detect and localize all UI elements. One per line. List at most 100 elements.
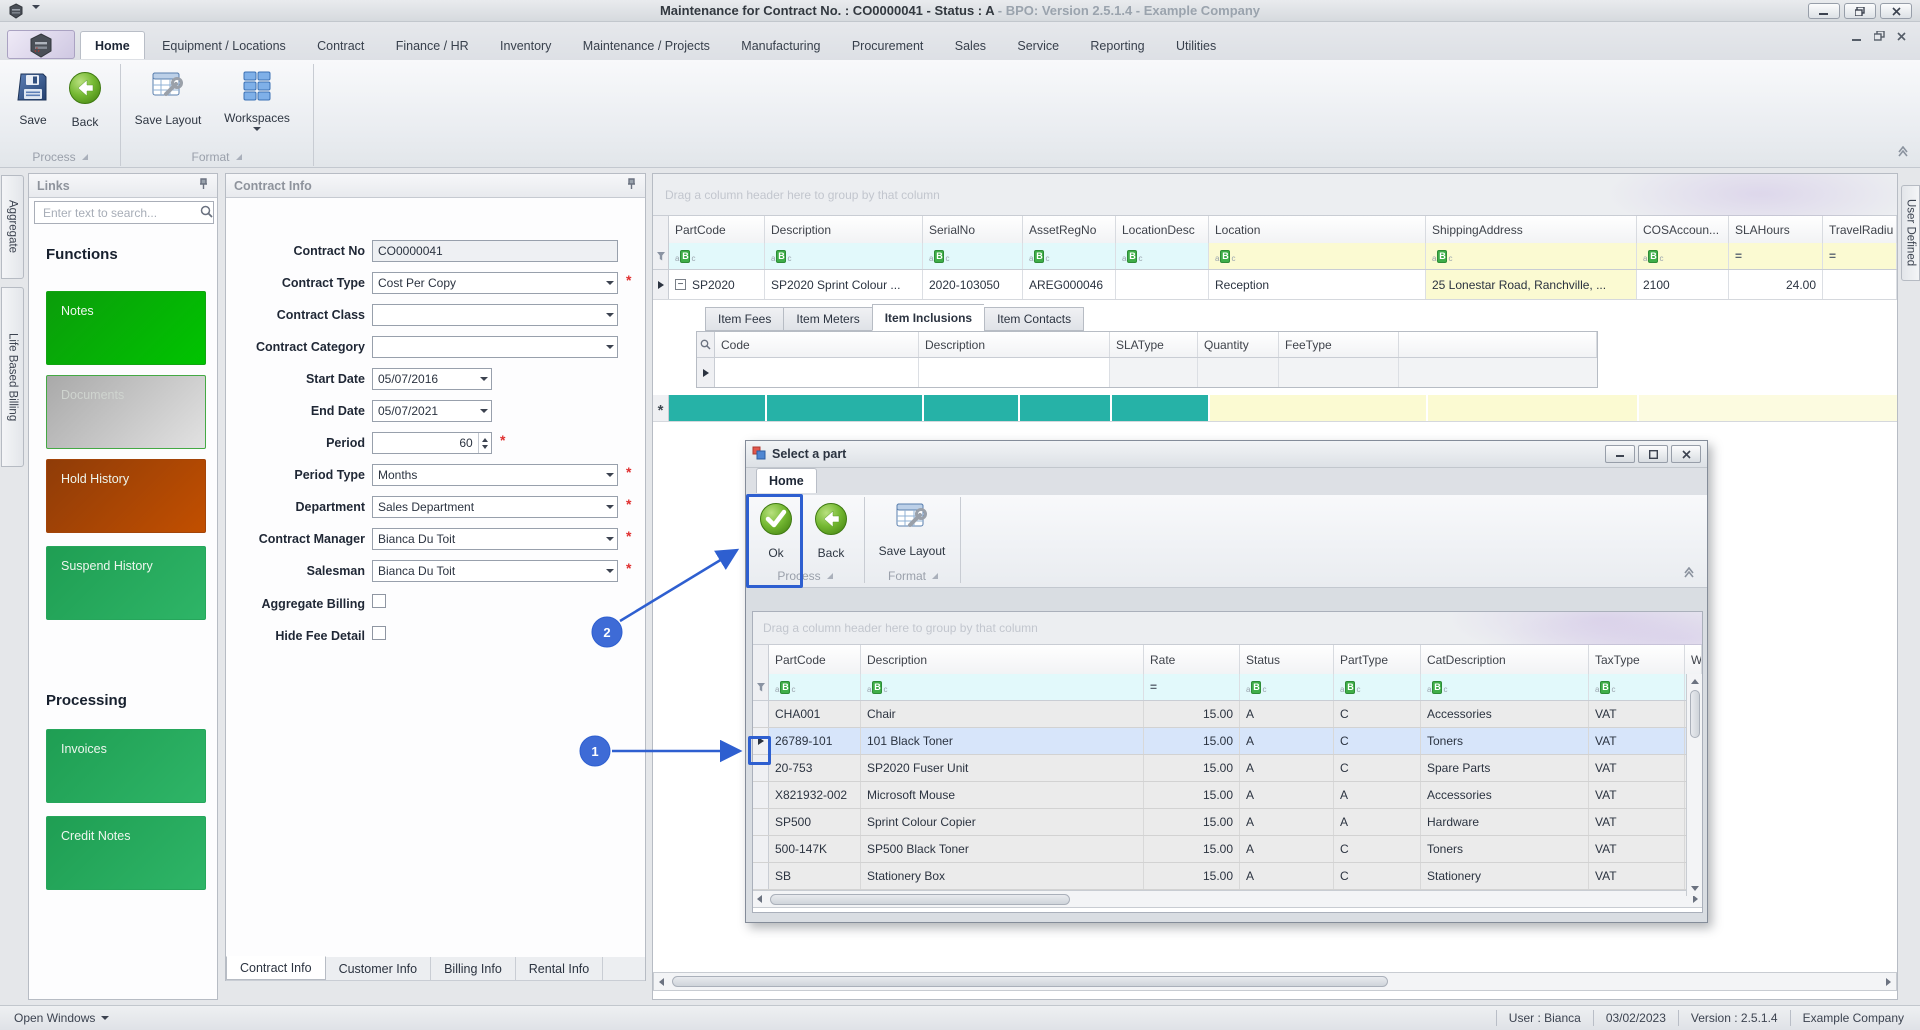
column-header-serialno[interactable]: SerialNo [923,216,1023,243]
scroll-up-icon[interactable] [1691,679,1699,684]
department-combo[interactable] [372,496,618,518]
close-button[interactable] [1880,3,1912,19]
filter-cell[interactable]: aBc [1637,243,1729,269]
notes-button[interactable]: Notes [46,291,206,365]
filter-cell[interactable]: aBc [1421,674,1589,700]
equipment-hscrollbar[interactable] [653,972,1897,991]
group-by-bar[interactable]: Drag a column header here to group by th… [653,174,1897,216]
sidebar-tab-life-based-billing[interactable]: Life Based Billing [1,287,24,467]
column-header-location[interactable]: Location [1209,216,1426,243]
table-row[interactable]: SB Stationery Box 15.00 A C Stationery V… [753,863,1702,890]
dialog-ribbon-collapse-chevron-icon[interactable] [1682,567,1696,582]
dialog-close-button[interactable] [1671,445,1701,463]
filter-pin-icon[interactable] [753,674,769,700]
invoices-button[interactable]: Invoices [46,729,206,803]
tab-home[interactable]: Home [80,31,145,59]
dialog-minimize-button[interactable] [1605,445,1635,463]
tab-sales[interactable]: Sales [941,32,1000,59]
documents-button[interactable]: Documents [46,375,206,449]
tab-contract[interactable]: Contract [303,32,378,59]
tab-item-fees[interactable]: Item Fees [705,307,783,331]
column-header-taxtype[interactable]: TaxType [1589,645,1685,674]
contract-type-combo[interactable] [372,272,618,294]
filter-cell[interactable]: aBc [861,674,1144,700]
search-icon[interactable] [697,332,715,357]
table-row[interactable]: SP500 Sprint Colour Copier 15.00 A A Har… [753,809,1702,836]
scrollbar-thumb[interactable] [770,894,1070,905]
tab-rental-info[interactable]: Rental Info [516,957,603,980]
search-icon[interactable] [200,205,213,221]
column-header-slahours[interactable]: SLAHours [1729,216,1823,243]
tab-billing-info[interactable]: Billing Info [431,957,516,980]
filter-cell[interactable]: = [1144,674,1240,700]
mdi-restore-icon[interactable] [1874,30,1885,44]
scrollbar-thumb[interactable] [1690,690,1700,738]
open-windows-button[interactable]: Open Windows [14,1011,109,1025]
tab-manufacturing[interactable]: Manufacturing [727,32,834,59]
spinner-buttons[interactable] [478,433,491,453]
dialog-group-by-bar[interactable]: Drag a column header here to group by th… [753,612,1702,645]
column-header-cosaccount[interactable]: COSAccoun... [1637,216,1729,243]
period-type-combo[interactable] [372,464,618,486]
contract-class-combo[interactable] [372,304,618,326]
chevron-down-icon[interactable] [602,465,617,485]
chevron-down-icon[interactable] [602,529,617,549]
column-header-code[interactable]: Code [715,332,919,357]
search-input[interactable] [41,205,200,221]
chevron-down-icon[interactable] [602,273,617,293]
restore-button[interactable] [1844,3,1876,19]
chevron-down-icon[interactable] [602,561,617,581]
end-date-picker[interactable] [372,400,492,422]
row-indicator[interactable] [753,863,769,889]
tab-customer-info[interactable]: Customer Info [326,957,432,980]
table-row[interactable]: 20-753 SP2020 Fuser Unit 15.00 A C Spare… [753,755,1702,782]
back-button[interactable]: Back [54,66,116,150]
new-row-cell[interactable] [1428,395,1637,421]
dialog-title-bar[interactable]: Select a part [746,441,1707,468]
column-header-feetype[interactable]: FeeType [1279,332,1399,357]
filter-cell[interactable]: aBc [1023,243,1116,269]
equipment-new-row[interactable]: * [653,395,1897,422]
pin-icon[interactable] [625,178,637,193]
chevron-down-icon[interactable] [602,305,617,325]
scroll-right-icon[interactable] [1693,895,1698,903]
new-row-cell[interactable] [924,395,1018,421]
column-header-assetregno[interactable]: AssetRegNo [1023,216,1116,243]
row-indicator[interactable] [753,755,769,781]
scroll-left-icon[interactable] [659,978,664,986]
filter-cell[interactable]: aBc [1209,243,1426,269]
links-search[interactable] [34,201,214,224]
minimize-button[interactable] [1808,3,1840,19]
inclusions-empty-row[interactable] [697,358,1597,387]
contract-manager-combo[interactable] [372,528,618,550]
ribbon-collapse-chevron-icon[interactable] [1896,146,1910,161]
table-row[interactable]: 500-147K SP500 Black Toner 15.00 A C Ton… [753,836,1702,863]
column-header-partcode[interactable]: PartCode [669,216,765,243]
hold-history-button[interactable]: Hold History [46,459,206,533]
credit-notes-button[interactable]: Credit Notes [46,816,206,890]
column-header-description[interactable]: Description [861,645,1144,674]
column-header-shippingaddress[interactable]: ShippingAddress [1426,216,1637,243]
contract-category-combo[interactable] [372,336,618,358]
filter-cell[interactable]: aBc [1426,243,1637,269]
new-row-cell[interactable] [1639,395,1897,421]
row-indicator[interactable] [653,270,669,299]
salesman-combo[interactable] [372,560,618,582]
dialog-tab-home[interactable]: Home [756,468,817,493]
dialog-vscrollbar[interactable] [1686,674,1702,896]
filter-cell[interactable]: = [1729,243,1823,269]
period-stepper[interactable] [372,432,492,454]
mdi-minimize-icon[interactable] [1852,30,1862,44]
filter-cell[interactable]: aBc [1116,243,1209,269]
application-menu-button[interactable] [7,30,75,59]
tab-item-meters[interactable]: Item Meters [783,307,871,331]
tab-procurement[interactable]: Procurement [838,32,938,59]
workspaces-button[interactable]: Workspaces [218,66,296,150]
pin-icon[interactable] [197,178,209,193]
column-header-parttype[interactable]: PartType [1334,645,1421,674]
filter-cell[interactable]: aBc [923,243,1023,269]
filter-cell[interactable]: aBc [1589,674,1685,700]
chevron-down-icon[interactable] [602,497,617,517]
column-header-rate[interactable]: Rate [1144,645,1240,674]
sidebar-tab-aggregate[interactable]: Aggregate [1,175,24,279]
